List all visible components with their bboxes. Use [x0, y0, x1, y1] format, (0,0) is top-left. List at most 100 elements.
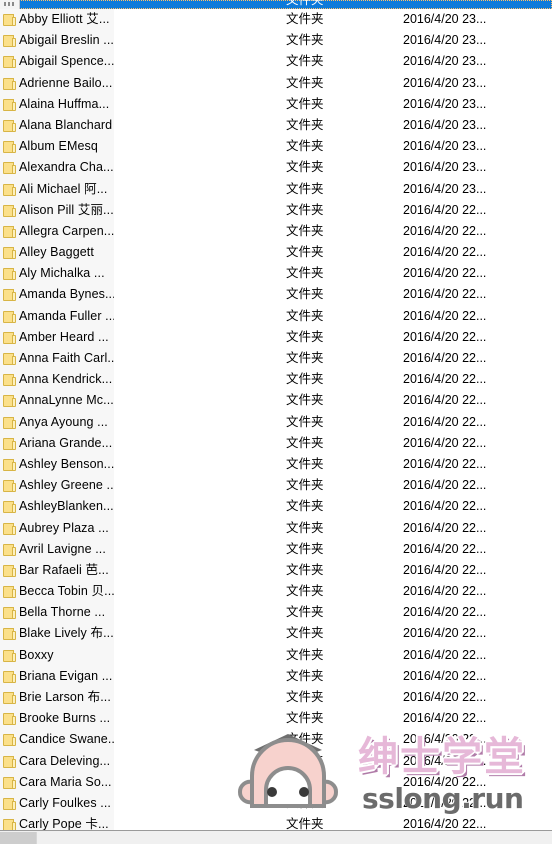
- cell-modified-date: 2016/4/20 22...: [403, 223, 487, 238]
- table-row[interactable]: Alexandra Cha... 文件夹 2016/4/20 23...: [0, 157, 552, 178]
- table-row[interactable]: Alison Pill 艾丽... 文件夹 2016/4/20 22...: [0, 200, 552, 221]
- cell-file-type: 文件夹: [286, 668, 324, 683]
- table-row[interactable]: Abby Elliott 艾... 文件夹 2016/4/20 23...: [0, 9, 552, 30]
- table-row[interactable]: Amanda Fuller ... 文件夹 2016/4/20 22...: [0, 306, 552, 327]
- cell-file-type: 文件夹: [286, 308, 324, 323]
- table-row[interactable]: Blake Lively 布... 文件夹 2016/4/20 22...: [0, 623, 552, 644]
- table-row[interactable]: Allegra Carpen... 文件夹 2016/4/20 22...: [0, 221, 552, 242]
- cell-modified-date: 2016/4/20 22...: [403, 435, 487, 450]
- focus-outline: [0, 0, 552, 9]
- table-row[interactable]: Aly Michalka ... 文件夹 2016/4/20 22...: [0, 263, 552, 284]
- table-row[interactable]: Becca Tobin 贝... 文件夹 2016/4/20 22...: [0, 581, 552, 602]
- cell-folder-name: Candice Swane...: [19, 732, 114, 747]
- table-row[interactable]: Ali Michael 阿... 文件夹 2016/4/20 23...: [0, 179, 552, 200]
- table-row[interactable]: Aubrey Plaza ... 文件夹 2016/4/20 22...: [0, 518, 552, 539]
- cell-folder-name: Bella Thorne ...: [19, 605, 106, 620]
- cell-modified-date: 2016/4/20 23...: [403, 12, 487, 26]
- horizontal-scrollbar[interactable]: [0, 830, 552, 844]
- folder-icon: [3, 288, 17, 302]
- cell-file-type: 文件夹: [286, 541, 324, 556]
- cell-file-type: 文件夹: [286, 626, 324, 641]
- cell-folder-name: Abby Elliott 艾...: [19, 12, 110, 26]
- cell-file-type: 文件夹: [286, 75, 324, 90]
- table-row[interactable]: Anya Ayoung ... 文件夹 2016/4/20 22...: [0, 412, 552, 433]
- cell-file-type: 文件夹: [286, 393, 324, 408]
- cell-folder-name: Briana Evigan ...: [19, 668, 113, 683]
- cell-modified-date: 2016/4/20 22...: [403, 499, 487, 514]
- cell-folder-name: Cara Maria So...: [19, 774, 112, 789]
- cell-file-type: 文件夹: [286, 160, 324, 175]
- table-row[interactable]: Briana Evigan ... 文件夹 2016/4/20 22...: [0, 666, 552, 687]
- cell-folder-name: Amanda Bynes...: [19, 287, 114, 302]
- cell-modified-date: 2016/4/20 22...: [403, 329, 487, 344]
- cell-folder-name: Allegra Carpen...: [19, 223, 114, 238]
- cell-file-type: 文件夹: [286, 372, 324, 387]
- selected-row-partial[interactable]: 文件夹: [0, 0, 552, 9]
- table-row[interactable]: Ashley Benson... 文件夹 2016/4/20 22...: [0, 454, 552, 475]
- cell-folder-name: Aubrey Plaza ...: [19, 520, 109, 535]
- folder-icon: [3, 458, 17, 471]
- table-row[interactable]: Anna Faith Carl... 文件夹 2016/4/20 22...: [0, 348, 552, 369]
- cell-folder-name: Amanda Fuller ...: [19, 308, 114, 323]
- cell-folder-name: Boxxy: [19, 647, 54, 662]
- cell-file-type: 文件夹: [286, 266, 324, 281]
- cell-modified-date: 2016/4/20 23...: [403, 181, 487, 196]
- table-row[interactable]: Abigail Breslin ... 文件夹 2016/4/20 23...: [0, 30, 552, 51]
- cell-folder-name: Abigail Spence...: [19, 54, 114, 69]
- table-row[interactable]: Amber Heard ... 文件夹 2016/4/20 22...: [0, 327, 552, 348]
- folder-list[interactable]: Abby Elliott 艾... 文件夹 2016/4/20 23... Abiga…: [0, 0, 552, 844]
- folder-icon: [3, 98, 17, 111]
- table-row[interactable]: Ashley Greene ... 文件夹 2016/4/20 22...: [0, 475, 552, 496]
- table-row[interactable]: Abigail Spence... 文件夹 2016/4/20 23...: [0, 51, 552, 72]
- cell-folder-name: Anna Kendrick...: [19, 372, 113, 387]
- table-row[interactable]: AnnaLynne Mc... 文件夹 2016/4/20 22...: [0, 390, 552, 411]
- folder-icon: [3, 543, 17, 556]
- cell-modified-date: 2016/4/20 22...: [403, 605, 487, 620]
- table-row[interactable]: AshleyBlanken... 文件夹 2016/4/20 22...: [0, 496, 552, 517]
- cell-folder-name: Adrienne Bailo...: [19, 75, 113, 90]
- folder-icon: [3, 500, 17, 514]
- cell-file-type: 文件夹: [286, 711, 324, 726]
- cell-file-type: 文件夹: [286, 456, 324, 471]
- cell-modified-date: 2016/4/20 22...: [403, 202, 487, 217]
- cell-file-type: 文件夹: [286, 774, 324, 789]
- folder-icon: [3, 394, 17, 408]
- cell-modified-date: 2016/4/20 22...: [403, 351, 487, 365]
- folder-icon: [3, 267, 17, 281]
- cell-folder-name: Ashley Benson...: [19, 456, 114, 471]
- table-row[interactable]: Cara Deleving... 文件夹 2016/4/20 22...: [0, 751, 552, 772]
- table-row[interactable]: Alana Blanchard 文件夹 2016/4/20 23...: [0, 115, 552, 136]
- cell-modified-date: 2016/4/20 23...: [403, 117, 487, 132]
- cell-file-type: 文件夹: [286, 732, 324, 747]
- cell-folder-name: Alley Baggett: [19, 245, 94, 260]
- table-row[interactable]: Alaina Huffma... 文件夹 2016/4/20 23...: [0, 94, 552, 115]
- cell-file-type: 文件夹: [286, 329, 324, 344]
- table-row[interactable]: Bella Thorne ... 文件夹 2016/4/20 22...: [0, 602, 552, 623]
- table-row[interactable]: Alley Baggett 文件夹 2016/4/20 22...: [0, 242, 552, 263]
- folder-icon: [3, 733, 17, 747]
- table-row[interactable]: Adrienne Bailo... 文件夹 2016/4/20 23...: [0, 73, 552, 94]
- table-row[interactable]: Amanda Bynes... 文件夹 2016/4/20 22...: [0, 284, 552, 305]
- cell-modified-date: 2016/4/20 23...: [403, 139, 487, 154]
- folder-icon: [3, 331, 17, 344]
- scrollbar-track[interactable]: [36, 832, 552, 844]
- folder-icon: [3, 352, 17, 365]
- table-row[interactable]: Carly Foulkes ... 文件夹 2016/4/20 22...: [0, 793, 552, 814]
- table-row[interactable]: Anna Kendrick... 文件夹 2016/4/20 22...: [0, 369, 552, 390]
- folder-icon: [3, 585, 17, 599]
- scrollbar-thumb[interactable]: [0, 832, 36, 844]
- table-row[interactable]: Brooke Burns ... 文件夹 2016/4/20 22...: [0, 708, 552, 729]
- table-row[interactable]: Album EMesq 文件夹 2016/4/20 23...: [0, 136, 552, 157]
- table-row[interactable]: Bar Rafaeli 芭... 文件夹 2016/4/20 22...: [0, 560, 552, 581]
- cell-modified-date: 2016/4/20 22...: [403, 562, 487, 577]
- cell-folder-name: Avril Lavigne ...: [19, 541, 106, 556]
- cell-folder-name: Bar Rafaeli 芭...: [19, 562, 109, 577]
- table-row[interactable]: Candice Swane... 文件夹 2016/4/20 22...: [0, 729, 552, 750]
- cell-file-type: 文件夹: [286, 33, 324, 48]
- table-row[interactable]: Avril Lavigne ... 文件夹 2016/4/20 22...: [0, 539, 552, 560]
- cell-file-type: 文件夹: [286, 478, 324, 493]
- table-row[interactable]: Ariana Grande... 文件夹 2016/4/20 22...: [0, 433, 552, 454]
- table-row[interactable]: Cara Maria So... 文件夹 2016/4/20 22...: [0, 772, 552, 793]
- table-row[interactable]: Brie Larson 布... 文件夹 2016/4/20 22...: [0, 687, 552, 708]
- table-row[interactable]: Boxxy 文件夹 2016/4/20 22...: [0, 645, 552, 666]
